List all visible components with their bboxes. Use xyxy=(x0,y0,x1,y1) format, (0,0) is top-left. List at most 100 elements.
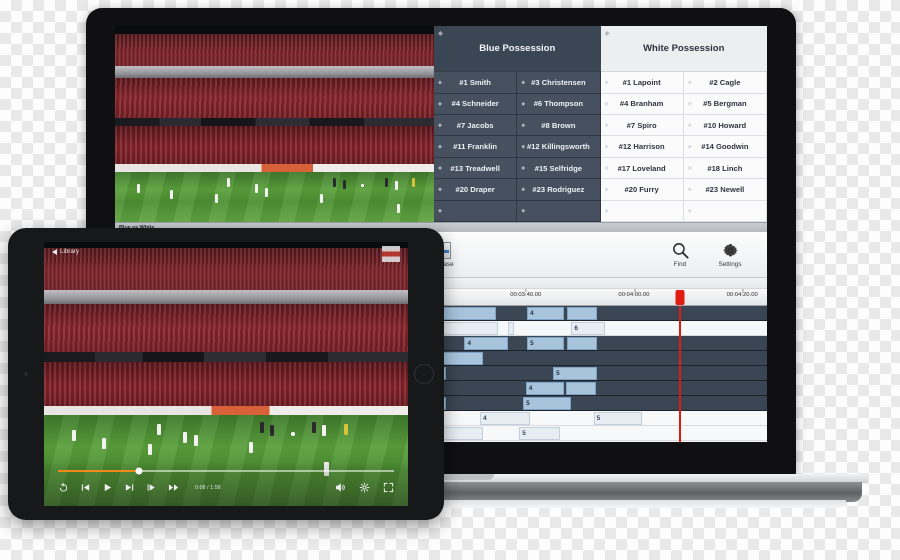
toolbar-button-find[interactable]: Find xyxy=(657,242,703,268)
row-marker-icon xyxy=(438,187,442,192)
row-marker-icon xyxy=(521,144,526,149)
matrix-cell[interactable]: #4 Branham xyxy=(600,93,684,116)
screenshot-root: Blue Possession #1 Smith #3 Christensen … xyxy=(0,0,900,560)
matrix-cell[interactable]: #7 Spiro xyxy=(600,115,684,137)
ruler-tick: 00:03:40.00 xyxy=(510,289,542,298)
replay-icon[interactable] xyxy=(58,482,69,493)
matrix-cell[interactable]: #3 Christensen xyxy=(517,72,601,94)
previous-icon[interactable] xyxy=(80,482,91,493)
matrix-header-white: White Possession xyxy=(600,26,767,73)
matrix-cell[interactable]: #23 Rodriguez xyxy=(517,179,601,201)
timeline-clip[interactable] xyxy=(507,322,515,335)
matrix-cell[interactable] xyxy=(434,200,518,222)
video-progress-bar[interactable] xyxy=(58,467,394,475)
table-row: #17 Loveland #18 Linch xyxy=(600,157,767,180)
matrix-rows-white: #1 Lapoint #2 Cagle #4 Branham #5 Bergma… xyxy=(600,72,767,222)
matrix-cell-label: #3 Christensen xyxy=(531,77,586,87)
stadium-video-frame xyxy=(115,26,434,222)
matrix-cell-label: #2 Cagle xyxy=(709,77,741,87)
timeline-clip[interactable]: 5 xyxy=(527,337,564,350)
volume-icon[interactable] xyxy=(335,482,346,493)
timeline-clip[interactable] xyxy=(567,307,598,320)
tablet-back-button[interactable]: Library xyxy=(52,248,79,255)
laptop-video-player[interactable] xyxy=(115,26,434,222)
table-row: #4 Schneider #6 Thompson xyxy=(434,93,601,116)
table-row: #11 Franklin #12 Killingsworth xyxy=(434,136,601,158)
matrix-cell[interactable]: #23 Newell xyxy=(683,179,767,201)
matrix-cell[interactable]: #6 Thompson xyxy=(517,93,601,116)
row-marker-icon xyxy=(438,166,442,171)
matrix-cell[interactable]: #15 Selfridge xyxy=(517,157,601,180)
play-icon[interactable] xyxy=(102,482,113,493)
timeline-clip[interactable]: 4 xyxy=(464,337,508,350)
timeline-clip[interactable]: 5 xyxy=(553,367,598,380)
matrix-cell[interactable] xyxy=(683,200,767,222)
matrix-header-blue: Blue Possession xyxy=(434,26,601,73)
matrix-cell[interactable]: #11 Franklin xyxy=(434,136,518,158)
matrix-cell[interactable]: #1 Lapoint xyxy=(600,72,684,94)
timeline-clip[interactable]: 5 xyxy=(519,427,560,440)
matrix-cell[interactable]: #2 Cagle xyxy=(683,72,767,94)
row-marker-icon xyxy=(438,101,442,106)
search-icon xyxy=(669,242,691,259)
fast-forward-icon[interactable] xyxy=(168,482,179,493)
matrix-cell[interactable] xyxy=(517,200,601,222)
tablet-camera xyxy=(24,372,28,376)
tablet-screen: Library 0:08 / 1:58 xyxy=(44,242,408,506)
tablet-home-button[interactable] xyxy=(414,364,434,384)
matrix-cell[interactable]: #12 Harrison xyxy=(600,136,684,158)
matrix-cell[interactable]: #20 Draper xyxy=(434,179,518,201)
step-forward-icon[interactable] xyxy=(146,482,157,493)
gear-icon[interactable] xyxy=(359,482,370,493)
matrix-column-white: White Possession #1 Lapoint #2 Cagle #4 … xyxy=(600,26,767,222)
timeline-playhead[interactable] xyxy=(678,306,681,442)
row-marker-icon xyxy=(521,208,526,213)
matrix-cell[interactable] xyxy=(600,200,684,222)
matrix-cell[interactable]: #14 Goodwin xyxy=(683,136,767,158)
matrix-cell-label: #14 Goodwin xyxy=(701,142,749,152)
matrix-cell[interactable]: #13 Treadwell xyxy=(434,157,518,180)
matrix-cell-label: #7 Spiro xyxy=(626,120,657,130)
matrix-cell[interactable]: #17 Loveland xyxy=(600,157,684,180)
row-marker-icon xyxy=(687,101,692,106)
timeline-clip[interactable] xyxy=(567,337,598,350)
next-icon[interactable] xyxy=(124,482,135,493)
progress-handle[interactable] xyxy=(135,467,143,475)
matrix-cell-label: #10 Howard xyxy=(703,120,747,130)
row-marker-icon xyxy=(604,166,609,171)
matrix-cell[interactable]: #8 Brown xyxy=(517,115,601,137)
timeline-clip[interactable]: 4 xyxy=(527,307,564,320)
matrix-cell[interactable]: #12 Killingsworth xyxy=(517,136,601,158)
table-row: #13 Treadwell #15 Selfridge xyxy=(434,157,601,180)
timeline-clip[interactable]: 4 xyxy=(525,382,564,395)
row-marker-icon xyxy=(687,144,692,149)
toolbar-label: Settings xyxy=(718,260,742,268)
top-pane: Blue Possession #1 Smith #3 Christensen … xyxy=(115,26,767,222)
matrix-cell[interactable]: #1 Smith xyxy=(434,72,518,94)
fullscreen-icon[interactable] xyxy=(383,482,394,493)
timeline-clip[interactable]: 4 xyxy=(480,412,530,425)
timeline-clip[interactable]: 6 xyxy=(571,322,606,335)
matrix-cell[interactable]: #7 Jacobs xyxy=(434,115,518,137)
timeline-clip[interactable]: 5 xyxy=(523,397,572,410)
matrix-cell-label: #4 Schneider xyxy=(451,99,499,109)
ruler-tick: 00:04:00.00 xyxy=(618,289,650,298)
toolbar-button-settings[interactable]: Settings xyxy=(707,242,753,268)
matrix-cell[interactable]: #18 Linch xyxy=(683,157,767,180)
table-row-partial xyxy=(600,200,767,222)
matrix-cell[interactable]: #5 Bergman xyxy=(683,93,767,116)
row-marker-icon xyxy=(687,208,692,213)
row-marker-icon xyxy=(438,80,442,85)
table-row: #7 Spiro #10 Howard xyxy=(600,115,767,137)
timeline-clip[interactable]: 5 xyxy=(593,412,642,425)
matrix-cell[interactable]: #4 Schneider xyxy=(434,93,518,116)
row-marker-icon xyxy=(687,80,692,85)
table-row: #20 Furry #23 Newell xyxy=(600,179,767,201)
timeline-clip[interactable] xyxy=(566,382,597,395)
toolbar-label: Find xyxy=(673,260,687,268)
playhead-handle[interactable] xyxy=(675,290,685,305)
matrix-cell[interactable]: #10 Howard xyxy=(683,115,767,137)
row-marker-icon xyxy=(438,123,442,128)
matrix-cell[interactable]: #20 Furry xyxy=(600,179,684,201)
matrix-cell-label: #5 Bergman xyxy=(703,99,747,109)
